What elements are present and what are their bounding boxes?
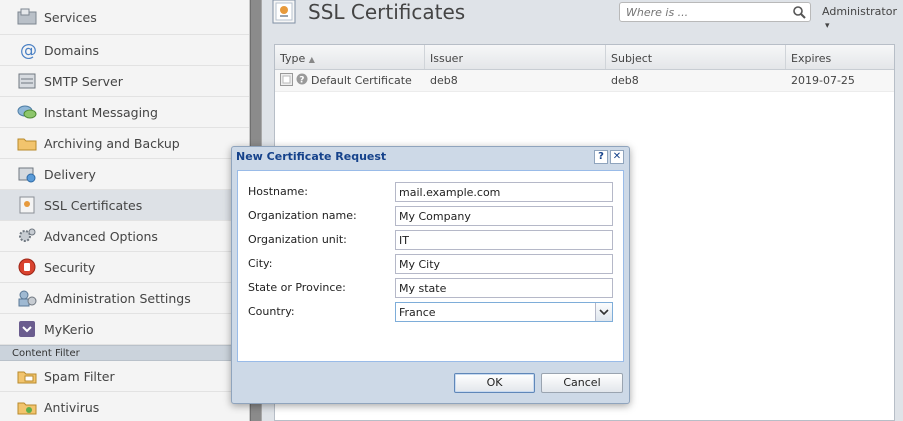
sidebar-item-label: Domains: [44, 42, 100, 58]
sidebar-item-label: SMTP Server: [44, 73, 123, 89]
antivirus-folder-icon: [16, 397, 38, 417]
close-icon[interactable]: ✕: [610, 150, 624, 164]
chevron-down-icon: ▾: [825, 21, 830, 31]
organization-name-label: Organization name:: [248, 209, 357, 222]
page-header: SSL Certificates Administrator ▾: [262, 0, 903, 34]
column-header-expires[interactable]: Expires: [786, 45, 894, 69]
sidebar-item-label: SSL Certificates: [44, 197, 143, 213]
certificate-icon: [280, 72, 293, 89]
page-title: SSL Certificates: [308, 0, 466, 24]
user-menu[interactable]: Administrator ▾: [822, 5, 903, 31]
table-header: Type ▲ Issuer Subject Expires: [275, 45, 894, 70]
column-header-subject[interactable]: Subject: [606, 45, 786, 69]
sidebar-item-domains[interactable]: @ Domains: [0, 35, 249, 66]
sidebar-item-label: Administration Settings: [44, 290, 191, 306]
archive-folder-icon: [16, 133, 38, 153]
city-label: City:: [248, 257, 273, 270]
state-province-field[interactable]: [395, 278, 613, 298]
sidebar-item-spam-filter[interactable]: Spam Filter: [0, 361, 249, 392]
search-icon[interactable]: [793, 6, 806, 22]
sidebar: Services @ Domains SMTP Server Instant M…: [0, 0, 250, 421]
spam-folder-icon: [16, 366, 38, 386]
svg-text:@: @: [20, 41, 37, 59]
country-selected-value: France: [399, 306, 436, 319]
server-icon: [16, 71, 38, 91]
cell-subject: deb8: [611, 74, 639, 87]
help-button[interactable]: ?: [594, 150, 608, 164]
hostname-label: Hostname:: [248, 185, 308, 198]
sidebar-item-label: Delivery: [44, 166, 96, 182]
user-name: Administrator: [822, 5, 897, 18]
chat-icon: [16, 102, 38, 122]
question-mark-icon: ?: [296, 73, 308, 88]
mykerio-icon: [16, 319, 38, 339]
services-icon: [16, 7, 38, 27]
sidebar-item-label: Archiving and Backup: [44, 135, 180, 151]
sidebar-item-label: Instant Messaging: [44, 104, 158, 120]
sidebar-item-ssl-certificates[interactable]: SSL Certificates: [0, 190, 249, 221]
section-header-content-filter: Content Filter: [0, 345, 249, 361]
svg-text:?: ?: [299, 76, 304, 86]
sidebar-item-archiving-backup[interactable]: Archiving and Backup: [0, 128, 249, 159]
sidebar-item-label: Advanced Options: [44, 228, 158, 244]
form-row-org-unit: Organization unit:: [248, 230, 618, 250]
ok-button[interactable]: OK: [454, 373, 535, 393]
cell-issuer: deb8: [430, 74, 458, 87]
form-row-state: State or Province:: [248, 278, 618, 298]
sidebar-item-advanced-options[interactable]: Advanced Options: [0, 221, 249, 252]
hostname-field[interactable]: [395, 182, 613, 202]
sidebar-item-mykerio[interactable]: MyKerio: [0, 314, 249, 345]
sidebar-item-label: MyKerio: [44, 321, 94, 337]
search-box[interactable]: [619, 2, 811, 22]
gears-icon: [16, 226, 38, 246]
organization-name-field[interactable]: [395, 206, 613, 226]
city-field[interactable]: [395, 254, 613, 274]
search-input[interactable]: [620, 3, 785, 21]
at-sign-icon: @: [16, 40, 38, 60]
chevron-down-icon[interactable]: [595, 303, 612, 321]
sidebar-item-services[interactable]: Services: [0, 0, 249, 35]
sidebar-item-label: Security: [44, 259, 96, 275]
form-row-country: Country: France: [248, 302, 618, 322]
table-row[interactable]: ? Default Certificate deb8 deb8 2019-07-…: [275, 70, 894, 92]
sort-asc-icon: ▲: [308, 55, 315, 64]
sidebar-item-label: Services: [44, 9, 97, 25]
sidebar-item-administration-settings[interactable]: Administration Settings: [0, 283, 249, 314]
column-header-issuer[interactable]: Issuer: [425, 45, 606, 69]
cancel-button[interactable]: Cancel: [541, 373, 623, 393]
column-header-label: Issuer: [430, 52, 463, 65]
form-row-org-name: Organization name:: [248, 206, 618, 226]
column-header-type[interactable]: Type ▲: [275, 45, 425, 69]
cell-expires: 2019-07-25: [791, 74, 855, 87]
sidebar-item-security[interactable]: Security: [0, 252, 249, 283]
sidebar-item-label: Spam Filter: [44, 368, 115, 384]
organization-unit-field[interactable]: [395, 230, 613, 250]
column-header-label: Type: [280, 52, 306, 65]
stop-hand-icon: [16, 257, 38, 277]
dialog-body: Hostname: Organization name: Organizatio…: [237, 170, 624, 362]
column-header-label: Subject: [611, 52, 653, 65]
dialog-title: New Certificate Request: [236, 150, 387, 163]
admin-settings-icon: [16, 288, 38, 308]
certificate-icon: [16, 195, 38, 215]
delivery-icon: [16, 164, 38, 184]
sidebar-item-label: Antivirus: [44, 399, 100, 415]
column-header-label: Expires: [791, 52, 832, 65]
sidebar-item-instant-messaging[interactable]: Instant Messaging: [0, 97, 249, 128]
form-row-hostname: Hostname:: [248, 182, 618, 202]
sidebar-item-smtp-server[interactable]: SMTP Server: [0, 66, 249, 97]
country-select[interactable]: France: [395, 302, 613, 322]
cell-type: ? Default Certificate: [275, 70, 425, 91]
sidebar-item-antivirus[interactable]: Antivirus: [0, 392, 249, 421]
country-label: Country:: [248, 305, 295, 318]
sidebar-item-delivery[interactable]: Delivery: [0, 159, 249, 190]
organization-unit-label: Organization unit:: [248, 233, 347, 246]
certificate-icon: [272, 0, 298, 24]
form-row-city: City:: [248, 254, 618, 274]
state-province-label: State or Province:: [248, 281, 346, 294]
new-certificate-request-dialog: New Certificate Request ? ✕ Hostname: Or…: [231, 146, 630, 404]
